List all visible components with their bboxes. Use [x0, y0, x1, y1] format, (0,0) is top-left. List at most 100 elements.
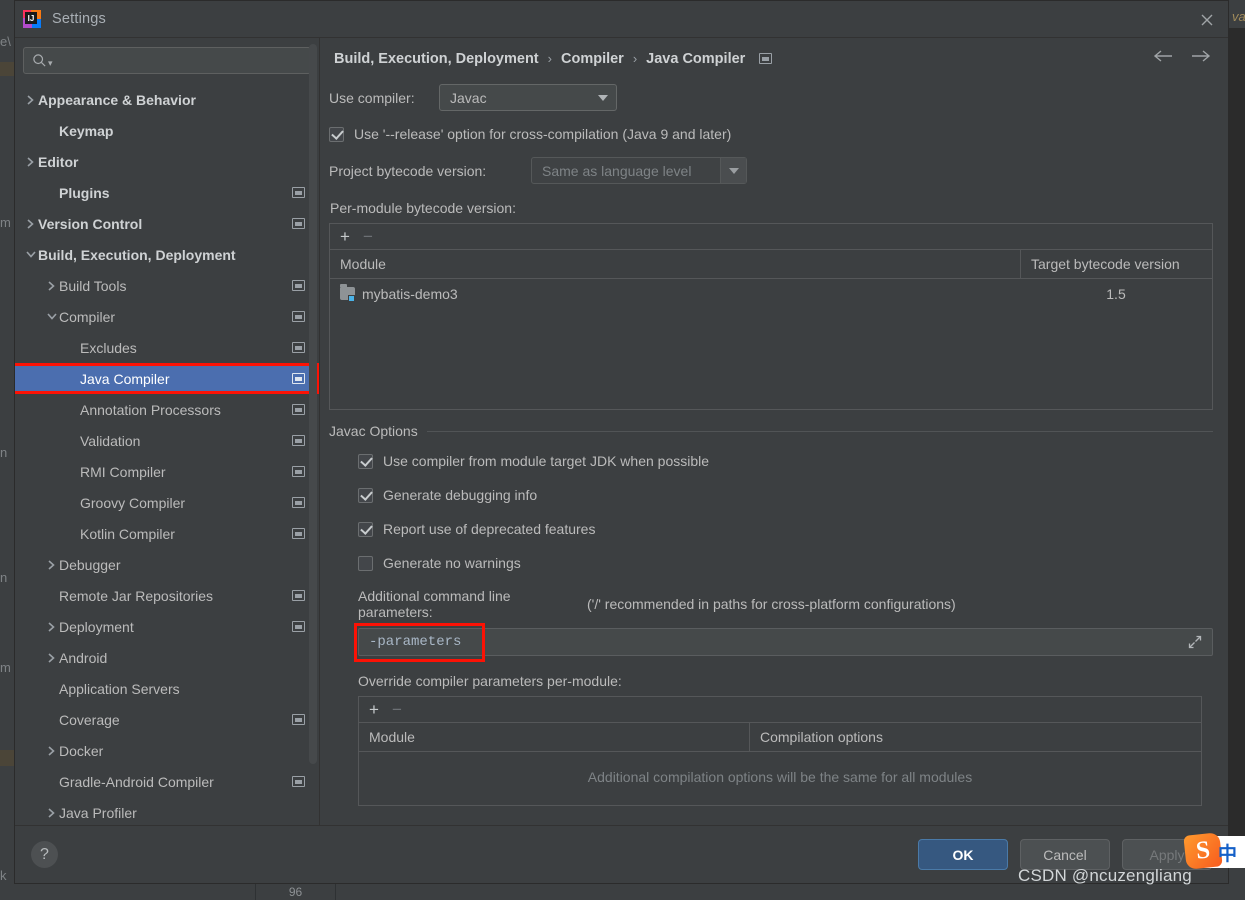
sidebar-item-editor[interactable]: Editor [15, 146, 319, 177]
sidebar-item-validation[interactable]: Validation [15, 425, 319, 456]
chevron-down-icon[interactable] [23, 250, 38, 259]
sidebar-item-keymap[interactable]: Keymap [15, 115, 319, 146]
sidebar-item-build-execution-deployment[interactable]: Build, Execution, Deployment [15, 239, 319, 270]
breadcrumb-item-0[interactable]: Build, Execution, Deployment [334, 51, 539, 67]
sidebar-item-label: Editor [38, 153, 79, 170]
sidebar-item-excludes[interactable]: Excludes [15, 332, 319, 363]
report-deprecated-checkbox[interactable] [358, 521, 373, 537]
project-scope-icon [292, 280, 305, 291]
help-button[interactable]: ? [31, 841, 58, 868]
arrow-left-icon[interactable] [1152, 49, 1174, 68]
search-dropdown-caret-icon[interactable]: ▾ [48, 58, 53, 69]
javac-option-row[interactable]: Generate no warnings [358, 555, 1213, 571]
project-scope-icon [292, 187, 305, 198]
add-module-button[interactable]: + [340, 228, 350, 245]
background-status-cell [335, 884, 395, 900]
sidebar-item-appearance-behavior[interactable]: Appearance & Behavior [15, 84, 319, 115]
sidebar-item-label: Debugger [59, 556, 121, 573]
expand-icon[interactable] [1178, 634, 1212, 650]
sidebar-item-label: Kotlin Compiler [80, 525, 175, 542]
generate-no-warnings-checkbox[interactable] [358, 555, 373, 571]
generate-debugging-info-checkbox[interactable] [358, 487, 373, 503]
sidebar-item-rmi-compiler[interactable]: RMI Compiler [15, 456, 319, 487]
javac-option-row[interactable]: Use compiler from module target JDK when… [358, 453, 1213, 469]
project-scope-icon [292, 373, 305, 384]
ime-widget[interactable]: S 中 [1183, 832, 1245, 870]
chevron-right-icon[interactable] [44, 807, 59, 819]
watermark: CSDN @ncuzengliang [1018, 866, 1192, 885]
chevron-right-icon[interactable] [44, 559, 59, 571]
navigation-arrows [1152, 49, 1212, 68]
column-header-module[interactable]: Module [359, 723, 749, 751]
ime-mode-indicator[interactable]: 中 [1218, 839, 1237, 866]
chevron-right-icon[interactable] [23, 156, 38, 168]
sidebar-item-kotlin-compiler[interactable]: Kotlin Compiler [15, 518, 319, 549]
sidebar-item-build-tools[interactable]: Build Tools [15, 270, 319, 301]
column-header-module[interactable]: Module [330, 250, 1020, 278]
generate-debugging-info-label: Generate debugging info [383, 487, 538, 503]
column-header-compilation-options[interactable]: Compilation options [749, 723, 1201, 751]
sidebar-item-deployment[interactable]: Deployment [15, 611, 319, 642]
project-scope-icon [292, 466, 305, 477]
javac-option-row[interactable]: Report use of deprecated features [358, 521, 1213, 537]
javac-option-row[interactable]: Generate debugging info [358, 487, 1213, 503]
close-icon[interactable] [1194, 7, 1220, 33]
search-input[interactable] [57, 53, 302, 68]
chevron-right-icon[interactable] [44, 745, 59, 757]
column-header-target-bytecode[interactable]: Target bytecode version [1020, 250, 1212, 278]
chevron-right-icon[interactable] [44, 652, 59, 664]
additional-params-label: Additional command line parameters: [358, 588, 511, 620]
sidebar-item-version-control[interactable]: Version Control [15, 208, 319, 239]
use-compiler-select[interactable]: Javac [439, 84, 617, 111]
release-option-row[interactable]: Use '--release' option for cross-compila… [329, 126, 1213, 142]
project-scope-icon [292, 714, 305, 725]
ok-button[interactable]: OK [918, 839, 1008, 870]
search-box[interactable]: ▾ [23, 47, 311, 74]
sidebar-item-remote-jar-repositories[interactable]: Remote Jar Repositories [15, 580, 319, 611]
sidebar-item-coverage[interactable]: Coverage [15, 704, 319, 735]
chevron-right-icon[interactable] [44, 280, 59, 292]
sidebar-item-java-compiler[interactable]: Java Compiler [15, 363, 319, 394]
sidebar-item-compiler[interactable]: Compiler [15, 301, 319, 332]
sidebar-item-gradle-android-compiler[interactable]: Gradle-Android Compiler [15, 766, 319, 797]
sidebar-item-application-servers[interactable]: Application Servers [15, 673, 319, 704]
svg-text:IJ: IJ [28, 14, 35, 23]
sidebar-item-label: Appearance & Behavior [38, 91, 196, 108]
additional-params-input[interactable] [359, 634, 1178, 650]
chevron-down-icon[interactable] [44, 312, 59, 321]
additional-params-field[interactable] [354, 623, 1213, 662]
background-text-fragment: n [0, 445, 8, 460]
sidebar-item-docker[interactable]: Docker [15, 735, 319, 766]
javac-options-group-header: Javac Options [329, 423, 1213, 439]
project-bytecode-select[interactable]: Same as language level [531, 157, 747, 184]
add-override-button[interactable]: + [369, 701, 379, 718]
breadcrumb-item-1[interactable]: Compiler [561, 51, 624, 67]
java-compiler-panel: Use compiler: Javac Use '--release' opti… [320, 79, 1228, 825]
background-status-value: 96 [255, 884, 335, 900]
chevron-right-icon[interactable] [23, 94, 38, 106]
table-row[interactable]: mybatis-demo3 1.5 [330, 279, 1212, 308]
project-scope-icon [759, 53, 773, 64]
remove-override-button[interactable]: − [392, 701, 402, 718]
sidebar-item-annotation-processors[interactable]: Annotation Processors [15, 394, 319, 425]
sidebar-item-android[interactable]: Android [15, 642, 319, 673]
sidebar-item-plugins[interactable]: Plugins [15, 177, 319, 208]
sidebar-item-label: Remote Jar Repositories [59, 587, 214, 604]
background-text-fragment: k [0, 868, 7, 883]
sidebar-item-groovy-compiler[interactable]: Groovy Compiler [15, 487, 319, 518]
chevron-down-icon [720, 158, 746, 183]
sogou-logo-icon[interactable]: S [1183, 832, 1223, 870]
sidebar-scrollbar[interactable] [309, 44, 317, 764]
remove-module-button[interactable]: − [363, 228, 373, 245]
sidebar-item-java-profiler[interactable]: Java Profiler [15, 797, 319, 825]
chevron-right-icon[interactable] [23, 218, 38, 230]
chevron-right-icon[interactable] [44, 621, 59, 633]
module-name: mybatis-demo3 [362, 285, 458, 302]
breadcrumb-item-2[interactable]: Java Compiler [646, 51, 745, 67]
breadcrumb: Build, Execution, Deployment › Compiler … [320, 38, 1228, 79]
release-option-checkbox[interactable] [329, 126, 344, 142]
arrow-right-icon[interactable] [1190, 49, 1212, 68]
additional-params-header: Additional command line parameters: ('/'… [358, 588, 1213, 620]
sidebar-item-debugger[interactable]: Debugger [15, 549, 319, 580]
use-module-jdk-checkbox[interactable] [358, 453, 373, 469]
